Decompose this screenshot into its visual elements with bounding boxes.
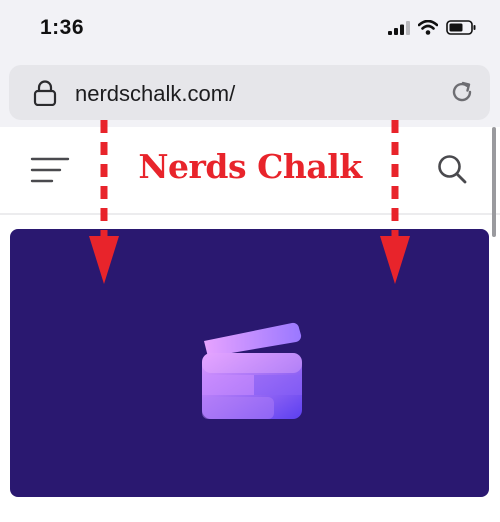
reload-icon[interactable] [448, 78, 476, 106]
web-page: Nerds Chalk [0, 127, 500, 522]
cellular-signal-icon [388, 20, 410, 35]
lock-icon [33, 80, 57, 106]
address-bar[interactable]: nerdschalk.com/ [9, 65, 490, 120]
status-bar: 1:36 [0, 0, 500, 58]
status-icons [388, 20, 476, 35]
down-arrow-right [380, 120, 410, 284]
search-icon[interactable] [436, 153, 468, 185]
down-arrow-left [89, 120, 119, 284]
hero-card[interactable] [10, 229, 489, 497]
battery-icon [446, 20, 476, 35]
clapperboard-icon [202, 322, 302, 419]
address-url[interactable]: nerdschalk.com/ [75, 81, 235, 107]
header-divider [0, 213, 500, 215]
status-time: 1:36 [40, 16, 85, 39]
site-logo[interactable]: Nerds Chalk [0, 147, 500, 186]
wifi-icon [418, 20, 438, 35]
site-header: Nerds Chalk [0, 127, 500, 213]
scroll-indicator[interactable] [492, 127, 496, 237]
